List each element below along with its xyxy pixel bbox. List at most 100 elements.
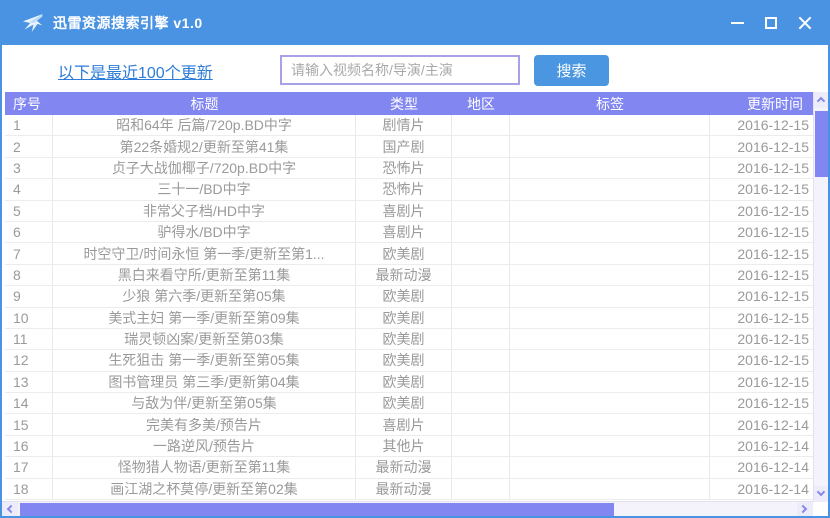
cell-region xyxy=(452,179,510,199)
cell-no: 4 xyxy=(5,179,53,199)
cell-updated: 2016-12-15 xyxy=(710,350,813,370)
table-row[interactable]: 15完美有多美/预告片喜剧片2016-12-14 xyxy=(5,414,813,435)
minimize-button[interactable] xyxy=(722,8,752,38)
cell-title: 昭和64年 后篇/720p.BD中字 xyxy=(53,115,356,135)
cell-region xyxy=(452,329,510,349)
cell-tag xyxy=(510,158,710,178)
table-row[interactable]: 13图书管理员 第三季/更新第04集欧美剧2016-12-15 xyxy=(5,372,813,393)
cell-no: 11 xyxy=(5,329,53,349)
cell-no: 2 xyxy=(5,136,53,156)
cell-type: 喜剧片 xyxy=(356,201,452,221)
cell-region xyxy=(452,115,510,135)
column-header-tag[interactable]: 标签 xyxy=(510,92,710,115)
table-row[interactable]: 12生死狙击 第一季/更新至第05集欧美剧2016-12-15 xyxy=(5,350,813,371)
cell-no: 14 xyxy=(5,393,53,413)
cell-type: 欧美剧 xyxy=(356,393,452,413)
cell-updated: 2016-12-15 xyxy=(710,158,813,178)
cell-title: 时空守卫/时间永恒 第一季/更新至第1... xyxy=(53,243,356,263)
column-header-title[interactable]: 标题 xyxy=(53,92,356,115)
table-row[interactable]: 5非常父子档/HD中字喜剧片2016-12-15 xyxy=(5,201,813,222)
cell-title: 图书管理员 第三季/更新第04集 xyxy=(53,372,356,392)
horizontal-scrollbar[interactable] xyxy=(2,501,813,516)
chevron-up-icon xyxy=(817,97,825,105)
cell-tag xyxy=(510,393,710,413)
cell-type: 喜剧片 xyxy=(356,414,452,434)
cell-updated: 2016-12-15 xyxy=(710,136,813,156)
cell-region xyxy=(452,265,510,285)
cell-region xyxy=(452,158,510,178)
table-row[interactable]: 7时空守卫/时间永恒 第一季/更新至第1...欧美剧2016-12-15 xyxy=(5,243,813,264)
chevron-left-icon xyxy=(7,505,15,513)
table-row[interactable]: 1昭和64年 后篇/720p.BD中字剧情片2016-12-15 xyxy=(5,115,813,136)
cell-no: 8 xyxy=(5,265,53,285)
cell-updated: 2016-12-15 xyxy=(710,286,813,306)
cell-title: 一路逆风/预告片 xyxy=(53,436,356,456)
app-window: 迅雷资源搜索引擎 v1.0 以下是最近100个更新 搜索 序号 标题 类型 地区… xyxy=(0,0,830,518)
cell-tag xyxy=(510,372,710,392)
table-row[interactable]: 6驴得水/BD中字喜剧片2016-12-15 xyxy=(5,222,813,243)
cell-type: 最新动漫 xyxy=(356,479,452,499)
cell-region xyxy=(452,308,510,328)
cell-title: 怪物猎人物语/更新至第11集 xyxy=(53,457,356,477)
cell-updated: 2016-12-14 xyxy=(710,414,813,434)
table-row[interactable]: 17怪物猎人物语/更新至第11集最新动漫2016-12-14 xyxy=(5,457,813,478)
cell-type: 恐怖片 xyxy=(356,158,452,178)
cell-tag xyxy=(510,115,710,135)
cell-tag xyxy=(510,479,710,499)
scroll-right-button[interactable] xyxy=(797,502,813,517)
column-header-updated[interactable]: 更新时间 xyxy=(710,92,813,115)
table-body: 1昭和64年 后篇/720p.BD中字剧情片2016-12-152第22条婚规2… xyxy=(5,115,813,502)
cell-no: 16 xyxy=(5,436,53,456)
close-button[interactable] xyxy=(790,8,820,38)
scroll-left-button[interactable] xyxy=(2,502,18,517)
table-row[interactable]: 4三十一/BD中字恐怖片2016-12-15 xyxy=(5,179,813,200)
search-button[interactable]: 搜索 xyxy=(534,55,609,86)
horizontal-scrollbar-thumb[interactable] xyxy=(20,503,614,516)
table-row[interactable]: 10美式主妇 第一季/更新至第09集欧美剧2016-12-15 xyxy=(5,308,813,329)
cell-updated: 2016-12-15 xyxy=(710,393,813,413)
maximize-button[interactable] xyxy=(756,8,786,38)
cell-updated: 2016-12-14 xyxy=(710,436,813,456)
cell-tag xyxy=(510,414,710,434)
maximize-icon xyxy=(765,17,777,29)
cell-no: 3 xyxy=(5,158,53,178)
cell-no: 15 xyxy=(5,414,53,434)
table-row[interactable]: 16一路逆风/预告片其他片2016-12-14 xyxy=(5,436,813,457)
cell-tag xyxy=(510,329,710,349)
scroll-down-button[interactable] xyxy=(814,486,829,502)
table-row[interactable]: 3贞子大战伽椰子/720p.BD中字恐怖片2016-12-15 xyxy=(5,158,813,179)
cell-tag xyxy=(510,201,710,221)
cell-region xyxy=(452,286,510,306)
table-row[interactable]: 2第22条婚规2/更新至第41集国产剧2016-12-15 xyxy=(5,136,813,157)
column-header-region[interactable]: 地区 xyxy=(452,92,510,115)
vertical-scrollbar-thumb[interactable] xyxy=(815,111,828,177)
cell-region xyxy=(452,414,510,434)
cell-no: 17 xyxy=(5,457,53,477)
table-row[interactable]: 18画江湖之杯莫停/更新至第02集最新动漫2016-12-14 xyxy=(5,479,813,500)
cell-type: 欧美剧 xyxy=(356,243,452,263)
cell-no: 6 xyxy=(5,222,53,242)
table-row[interactable]: 14与敌为伴/更新至第05集欧美剧 2016-12-15 xyxy=(5,393,813,414)
column-header-type[interactable]: 类型 xyxy=(356,92,452,115)
cell-region xyxy=(452,479,510,499)
cell-type: 欧美剧 xyxy=(356,372,452,392)
table-row[interactable]: 11瑞灵顿凶案/更新至第03集欧美剧2016-12-15 xyxy=(5,329,813,350)
cell-no: 13 xyxy=(5,372,53,392)
cell-title: 与敌为伴/更新至第05集 xyxy=(53,393,356,413)
vertical-scrollbar[interactable] xyxy=(813,92,828,502)
chevron-down-icon xyxy=(817,488,825,496)
cell-title: 非常父子档/HD中字 xyxy=(53,201,356,221)
search-input[interactable] xyxy=(280,55,520,85)
cell-updated: 2016-12-15 xyxy=(710,308,813,328)
table-row[interactable]: 8黑白来看守所/更新至第11集最新动漫2016-12-15 xyxy=(5,265,813,286)
table-row[interactable]: 9少狼 第六季/更新至第05集欧美剧2016-12-15 xyxy=(5,286,813,307)
column-header-no[interactable]: 序号 xyxy=(5,92,53,115)
scroll-up-button[interactable] xyxy=(814,92,829,108)
recent-updates-link[interactable]: 以下是最近100个更新 xyxy=(58,59,213,83)
cell-type: 最新动漫 xyxy=(356,457,452,477)
cell-updated: 2016-12-15 xyxy=(710,265,813,285)
cell-tag xyxy=(510,243,710,263)
cell-title: 瑞灵顿凶案/更新至第03集 xyxy=(53,329,356,349)
cell-type: 欧美剧 xyxy=(356,308,452,328)
cell-type: 国产剧 xyxy=(356,136,452,156)
